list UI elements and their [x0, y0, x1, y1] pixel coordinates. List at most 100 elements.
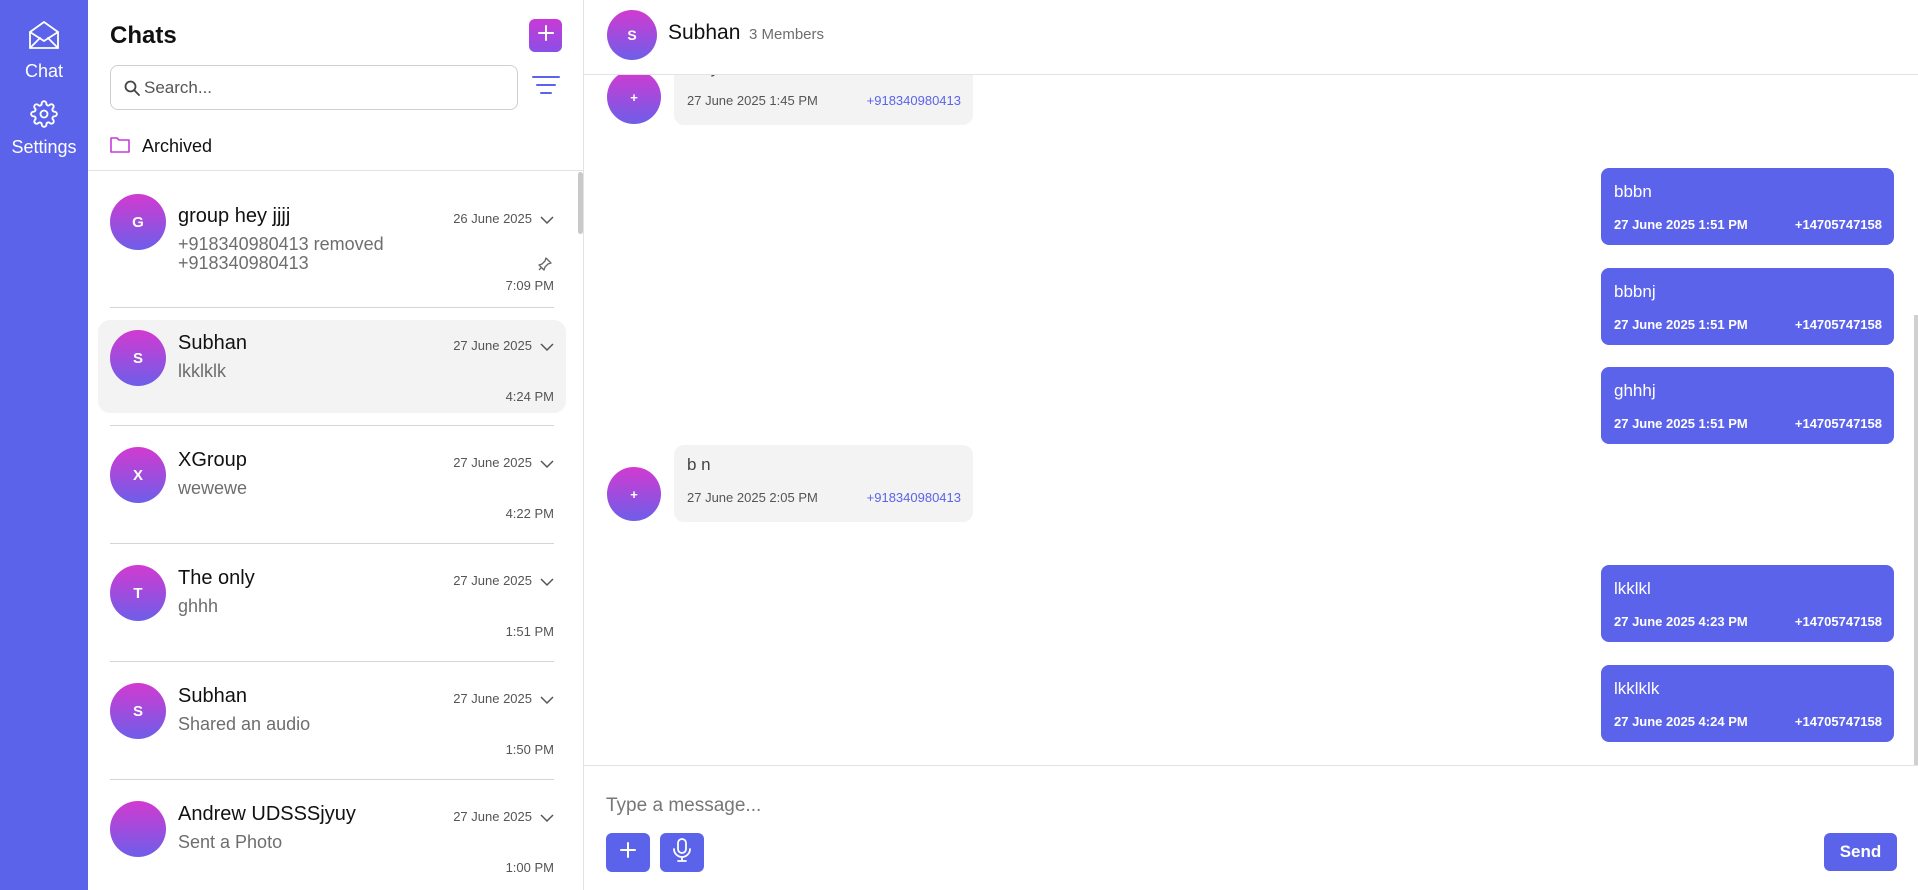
chat-preview: ghhh — [178, 596, 219, 616]
chat-list-item[interactable]: Andrew UDSSSjyuy 27 June 2025 Sent a Pho… — [98, 791, 566, 884]
chevron-down-icon[interactable] — [540, 810, 554, 828]
archived-link[interactable]: Archived — [110, 135, 212, 158]
rail-item-label: Chat — [24, 61, 64, 81]
chat-date: 27 June 2025 — [453, 809, 532, 824]
message-timestamp: 27 June 2025 1:51 PM — [1614, 416, 1748, 431]
message-sender: +918340980413 — [866, 93, 961, 108]
chevron-down-icon[interactable] — [540, 456, 554, 474]
chat-time: 4:22 PM — [505, 506, 554, 521]
conversation-panel: S Subhan 3 Members + they 27 June 2025 1… — [584, 0, 1918, 890]
row-divider — [110, 307, 554, 308]
microphone-icon — [672, 838, 692, 867]
chat-list-item[interactable]: S Subhan 27 June 2025 Shared an audio 1:… — [98, 673, 566, 766]
message-composer: Send — [584, 765, 1918, 890]
message-timestamp: 27 June 2025 4:23 PM — [1614, 614, 1748, 629]
conversation-header: S Subhan 3 Members — [584, 0, 1918, 75]
chat-list-scrollbar[interactable] — [578, 172, 583, 234]
chat-time: 1:50 PM — [505, 742, 554, 757]
message-sender: +14705747158 — [1794, 714, 1882, 729]
row-divider — [110, 779, 554, 780]
send-button[interactable]: Send — [1824, 833, 1897, 871]
message-timestamp: 27 June 2025 1:51 PM — [1614, 317, 1748, 332]
plus-icon — [619, 841, 637, 864]
message-text: they — [687, 75, 719, 78]
chat-preview: +918340980413 removed +918340980413 — [178, 234, 384, 273]
chat-list: G group hey jjjj 26 June 2025 +918340980… — [88, 171, 584, 890]
avatar: T — [110, 565, 166, 621]
avatar[interactable]: S — [607, 10, 657, 60]
chat-date: 27 June 2025 — [453, 573, 532, 588]
chevron-down-icon[interactable] — [540, 212, 554, 230]
chat-preview: Shared an audio — [178, 714, 311, 734]
row-divider — [110, 543, 554, 544]
archived-label: Archived — [142, 136, 213, 156]
filter-icon[interactable] — [532, 75, 560, 100]
nav-rail: Chat Settings — [0, 0, 88, 890]
row-divider — [110, 661, 554, 662]
chat-list-item[interactable]: G group hey jjjj 26 June 2025 +918340980… — [98, 181, 566, 293]
message-list-scrollbar[interactable] — [1914, 315, 1918, 765]
chat-list-item[interactable]: T The only 27 June 2025 ghhh 1:51 PM — [98, 555, 566, 648]
chevron-down-icon[interactable] — [540, 339, 554, 357]
chat-name: Subhan — [178, 332, 247, 354]
chat-name: group hey jjjj — [178, 205, 291, 227]
sidebar-title: Chats — [110, 22, 177, 49]
chat-date: 27 June 2025 — [453, 338, 532, 353]
message-sender: +14705747158 — [1794, 416, 1882, 431]
avatar: + — [607, 75, 661, 124]
folder-icon — [110, 135, 130, 158]
message-text: bbbn — [1614, 182, 1652, 201]
message-bubble: b n 27 June 2025 2:05 PM +918340980413 — [674, 445, 973, 522]
search-box — [110, 65, 518, 110]
chevron-down-icon[interactable] — [540, 692, 554, 710]
chat-preview: lkklklk — [178, 361, 226, 381]
chat-preview: Sent a Photo — [178, 832, 283, 852]
message-text: lkklklk — [1614, 679, 1660, 698]
chat-name: The only — [178, 567, 255, 589]
avatar: S — [110, 330, 166, 386]
chat-name: Andrew UDSSSjyuy — [178, 803, 356, 825]
avatar: + — [607, 467, 661, 521]
member-count: 3 Members — [749, 26, 825, 43]
rail-item-settings[interactable]: Settings — [0, 100, 88, 158]
message-bubble: they 27 June 2025 1:45 PM +918340980413 — [674, 75, 973, 125]
message-text: lkklkl — [1614, 579, 1651, 598]
rail-item-chat[interactable]: Chat — [0, 18, 88, 82]
conversation-title[interactable]: Subhan — [668, 21, 740, 45]
chat-date: 27 June 2025 — [453, 455, 532, 470]
message-sender: +14705747158 — [1794, 614, 1882, 629]
message-sender: +14705747158 — [1794, 317, 1882, 332]
message-timestamp: 27 June 2025 1:51 PM — [1614, 217, 1748, 232]
message-text: b n — [687, 455, 711, 474]
message-sender: +14705747158 — [1794, 217, 1882, 232]
outgoing-message: ghhhj 27 June 2025 1:51 PM +14705747158 — [1601, 367, 1894, 444]
voice-record-button[interactable] — [660, 833, 704, 872]
message-input[interactable] — [606, 791, 1606, 821]
chat-date: 27 June 2025 — [453, 691, 532, 706]
avatar: G — [110, 194, 166, 250]
chat-time: 1:00 PM — [505, 860, 554, 875]
chevron-down-icon[interactable] — [540, 574, 554, 592]
avatar: X — [110, 447, 166, 503]
outgoing-message: lkklklk 27 June 2025 4:24 PM +1470574715… — [1601, 665, 1894, 742]
outgoing-message: lkklkl 27 June 2025 4:23 PM +14705747158 — [1601, 565, 1894, 642]
message-timestamp: 27 June 2025 4:24 PM — [1614, 714, 1748, 729]
message-list: + they 27 June 2025 1:45 PM +91834098041… — [584, 75, 1918, 765]
outgoing-message: bbbnj 27 June 2025 1:51 PM +14705747158 — [1601, 268, 1894, 345]
message-text: bbbnj — [1614, 282, 1656, 301]
chat-time: 4:24 PM — [505, 389, 554, 404]
row-divider — [110, 425, 554, 426]
avatar — [110, 801, 166, 857]
chat-list-item[interactable]: S Subhan 27 June 2025 lkklklk 4:24 PM — [98, 320, 566, 413]
new-chat-button[interactable] — [529, 19, 562, 52]
avatar: S — [110, 683, 166, 739]
chat-time: 1:51 PM — [505, 624, 554, 639]
chat-name: XGroup — [178, 449, 247, 471]
chat-date: 26 June 2025 — [453, 211, 532, 226]
chat-name: Subhan — [178, 685, 247, 707]
search-input[interactable] — [144, 74, 504, 102]
attach-button[interactable] — [606, 833, 650, 872]
search-icon — [124, 80, 140, 96]
message-sender: +918340980413 — [866, 490, 961, 505]
chat-list-item[interactable]: X XGroup 27 June 2025 wewewe 4:22 PM — [98, 437, 566, 530]
